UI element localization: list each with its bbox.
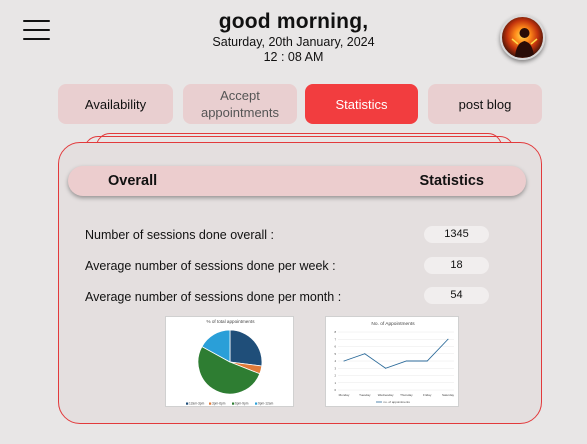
legend-swatch xyxy=(186,402,189,405)
x-tick-label: Friday xyxy=(423,393,432,397)
legend-label: 9pm-12am xyxy=(258,402,274,406)
pie-chart: % of total appointments 12am-3pm 3pm-6pm 6… xyxy=(186,319,274,406)
line-chart-title: No. of Appointments xyxy=(371,321,415,327)
data-point xyxy=(447,338,449,340)
stat-label-month: Average number of sessions done per mont… xyxy=(85,290,342,304)
panel-header-right: Statistics xyxy=(419,173,484,189)
tab-label: Accept appointments xyxy=(200,88,280,120)
y-tick-label: 0 xyxy=(334,388,336,392)
y-tick-label: 8 xyxy=(334,330,336,334)
x-tick-label: Wednesday xyxy=(378,393,394,397)
stat-value-month: 54 xyxy=(424,287,489,304)
data-point xyxy=(343,360,345,362)
panel-header: Overall Statistics xyxy=(68,166,526,196)
y-tick-label: 3 xyxy=(334,366,336,370)
pie-chart-card: % of total appointments 12am-3pm 3pm-6pm 6… xyxy=(165,316,294,407)
data-point xyxy=(385,367,387,369)
current-time: 12 : 08 AM xyxy=(263,50,324,64)
data-point xyxy=(364,353,366,355)
pie-slice xyxy=(229,329,263,367)
y-tick-label: 4 xyxy=(334,359,336,363)
legend-label: 6pm-9pm xyxy=(235,402,249,406)
line-chart-card: No. of Appointments 0 1 2 3 4 5 6 7 8 Monday Tuesd… xyxy=(325,316,459,407)
stat-value-overall: 1345 xyxy=(424,226,489,243)
tab-availability[interactable]: Availability xyxy=(58,84,173,124)
y-tick-label: 5 xyxy=(334,352,336,356)
legend-swatch xyxy=(232,402,235,405)
x-tick-label: Saturday xyxy=(442,393,455,397)
greeting-title: good morning, xyxy=(218,10,369,33)
stat-value-week: 18 xyxy=(424,257,489,274)
current-date: Saturday, 20th January, 2024 xyxy=(212,35,375,49)
panel-header-left: Overall xyxy=(108,173,158,189)
profile-avatar[interactable] xyxy=(500,15,545,60)
legend-label: no. of appointments xyxy=(384,400,411,404)
data-point xyxy=(426,360,428,362)
x-tick-label: Monday xyxy=(339,393,350,397)
y-tick-label: 2 xyxy=(334,374,336,378)
pie-chart-title: % of total appointments xyxy=(206,319,255,324)
tab-label: Availability xyxy=(84,96,147,112)
legend-label: 12am-3pm xyxy=(189,402,205,406)
stat-label-week: Average number of sessions done per week… xyxy=(85,259,336,273)
line-chart: No. of Appointments 0 1 2 3 4 5 6 7 8 Monday Tuesd… xyxy=(334,321,455,404)
y-tick-label: 1 xyxy=(334,381,336,385)
greeting-header: good morning, Saturday, 20th January, 20… xyxy=(0,10,587,64)
y-tick-label: 7 xyxy=(334,337,336,341)
data-point xyxy=(405,360,407,362)
x-tick-label: Thursday xyxy=(400,393,413,397)
y-tick-label: 6 xyxy=(334,345,336,349)
legend-label: 3pm-6pm xyxy=(212,402,226,406)
stat-label-overall: Number of sessions done overall : xyxy=(85,228,274,242)
legend-swatch xyxy=(209,402,212,405)
tab-post-blog[interactable]: post blog xyxy=(428,84,542,124)
tab-statistics[interactable]: Statistics xyxy=(305,84,418,124)
tab-label: Statistics xyxy=(335,96,388,112)
x-tick-label: Tuesday xyxy=(359,393,371,397)
legend-swatch xyxy=(255,402,258,405)
tab-label: post blog xyxy=(458,96,512,112)
tab-accept-appointments[interactable]: Accept appointments xyxy=(183,84,297,124)
